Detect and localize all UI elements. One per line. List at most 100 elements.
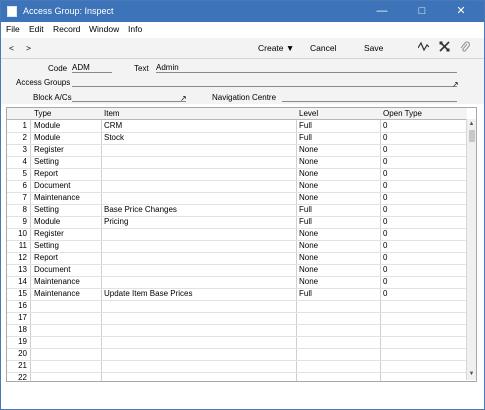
cell-type[interactable]: Register [34, 229, 64, 238]
row-number: 21 [18, 361, 27, 370]
close-icon[interactable]: ✕ [446, 3, 476, 20]
access-groups-field[interactable] [72, 77, 457, 87]
cell-open-type[interactable]: 0 [383, 205, 387, 214]
cell-level[interactable]: None [299, 253, 318, 262]
navigation-centre-field[interactable] [282, 92, 457, 102]
save-button[interactable]: Save [364, 43, 383, 53]
window-title: Access Group: Inspect [23, 6, 114, 16]
cell-type[interactable]: Setting [34, 205, 59, 214]
scroll-up-icon[interactable]: ▲ [468, 120, 475, 128]
cell-type[interactable]: Module [34, 121, 60, 130]
block-acs-field[interactable] [72, 92, 186, 102]
cell-item[interactable]: Update Item Base Prices [104, 289, 192, 298]
cell-type[interactable]: Setting [34, 157, 59, 166]
cell-level[interactable]: Full [299, 205, 312, 214]
back-button[interactable]: < [9, 43, 14, 53]
scroll-down-icon[interactable]: ▼ [468, 370, 475, 378]
cell-open-type[interactable]: 0 [383, 217, 387, 226]
paste-special-icon[interactable]: ↗ [452, 80, 459, 89]
vertical-scrollbar[interactable]: ▲ ▼ [466, 119, 476, 380]
cell-open-type[interactable]: 0 [383, 229, 387, 238]
maximize-icon[interactable]: □ [407, 3, 437, 20]
cell-type[interactable]: Report [34, 169, 58, 178]
table-row[interactable]: 22 [7, 372, 467, 382]
cell-level[interactable]: None [299, 229, 318, 238]
forward-button[interactable]: > [26, 43, 31, 53]
cell-type[interactable]: Document [34, 181, 70, 190]
cell-open-type[interactable]: 0 [383, 157, 387, 166]
menu-file[interactable]: File [6, 24, 20, 34]
row-number: 12 [18, 253, 27, 262]
row-number: 22 [18, 373, 27, 382]
cell-open-type[interactable]: 0 [383, 289, 387, 298]
cell-open-type[interactable]: 0 [383, 181, 387, 190]
cell-type[interactable]: Maintenance [34, 193, 80, 202]
cell-open-type[interactable]: 0 [383, 241, 387, 250]
cell-level[interactable]: Full [299, 121, 312, 130]
activity-icon[interactable] [417, 41, 430, 54]
paste-special-icon[interactable]: ↗ [180, 94, 187, 103]
cell-level[interactable]: Full [299, 217, 312, 226]
access-rights-table: Type Item Level Open Type 1 Module CRM Full… [6, 107, 477, 382]
cell-level[interactable]: Full [299, 289, 312, 298]
code-label: Code [48, 64, 68, 73]
row-number: 18 [18, 325, 27, 334]
row-number: 16 [18, 301, 27, 310]
cell-item[interactable]: CRM [104, 121, 122, 130]
create-button[interactable]: Create ▼ [258, 43, 294, 53]
scroll-thumb[interactable] [469, 130, 475, 142]
cell-open-type[interactable]: 0 [383, 121, 387, 130]
cell-open-type[interactable]: 0 [383, 193, 387, 202]
row-number: 7 [22, 193, 27, 202]
status-bar [1, 383, 484, 409]
expand-icon[interactable] [439, 41, 450, 54]
attachment-icon[interactable] [460, 41, 471, 55]
cell-open-type[interactable]: 0 [383, 265, 387, 274]
code-field[interactable]: ADM [72, 63, 112, 73]
menu-record[interactable]: Record [53, 24, 80, 34]
cell-level[interactable]: None [299, 181, 318, 190]
cell-type[interactable]: Report [34, 253, 58, 262]
title-bar[interactable]: Access Group: Inspect — □ ✕ [1, 1, 484, 22]
cell-level[interactable]: None [299, 277, 318, 286]
cell-type[interactable]: Module [34, 133, 60, 142]
cell-level[interactable]: None [299, 241, 318, 250]
cell-level[interactable]: None [299, 193, 318, 202]
cell-open-type[interactable]: 0 [383, 169, 387, 178]
cell-type[interactable]: Module [34, 217, 60, 226]
cell-type[interactable]: Document [34, 265, 70, 274]
row-number: 10 [18, 229, 27, 238]
menu-edit[interactable]: Edit [29, 24, 44, 34]
cell-level[interactable]: None [299, 157, 318, 166]
cell-open-type[interactable]: 0 [383, 133, 387, 142]
cell-level[interactable]: None [299, 145, 318, 154]
cell-open-type[interactable]: 0 [383, 277, 387, 286]
cell-item[interactable]: Stock [104, 133, 124, 142]
cell-type[interactable]: Register [34, 145, 64, 154]
cell-open-type[interactable]: 0 [383, 145, 387, 154]
cell-item[interactable]: Pricing [104, 217, 128, 226]
minimize-icon[interactable]: — [367, 3, 397, 20]
cell-type[interactable]: Setting [34, 241, 59, 250]
cell-level[interactable]: None [299, 265, 318, 274]
cell-level[interactable]: None [299, 169, 318, 178]
navigation-centre-label: Navigation Centre [212, 93, 277, 102]
cell-type[interactable]: Maintenance [34, 289, 80, 298]
row-number: 9 [22, 217, 27, 226]
row-number: 13 [18, 265, 27, 274]
cell-open-type[interactable]: 0 [383, 253, 387, 262]
cell-item[interactable]: Base Price Changes [104, 205, 177, 214]
row-number: 5 [22, 169, 27, 178]
menu-window[interactable]: Window [89, 24, 119, 34]
cell-level[interactable]: Full [299, 133, 312, 142]
row-number: 20 [18, 349, 27, 358]
menu-info[interactable]: Info [128, 24, 142, 34]
cell-type[interactable]: Maintenance [34, 277, 80, 286]
menu-bar: File Edit Record Window Info [1, 22, 484, 37]
row-number: 11 [18, 241, 27, 250]
row-number: 19 [18, 337, 27, 346]
row-number: 17 [18, 313, 27, 322]
text-field[interactable]: Admin [156, 63, 457, 73]
cancel-button[interactable]: Cancel [310, 43, 336, 53]
row-number: 15 [18, 289, 27, 298]
